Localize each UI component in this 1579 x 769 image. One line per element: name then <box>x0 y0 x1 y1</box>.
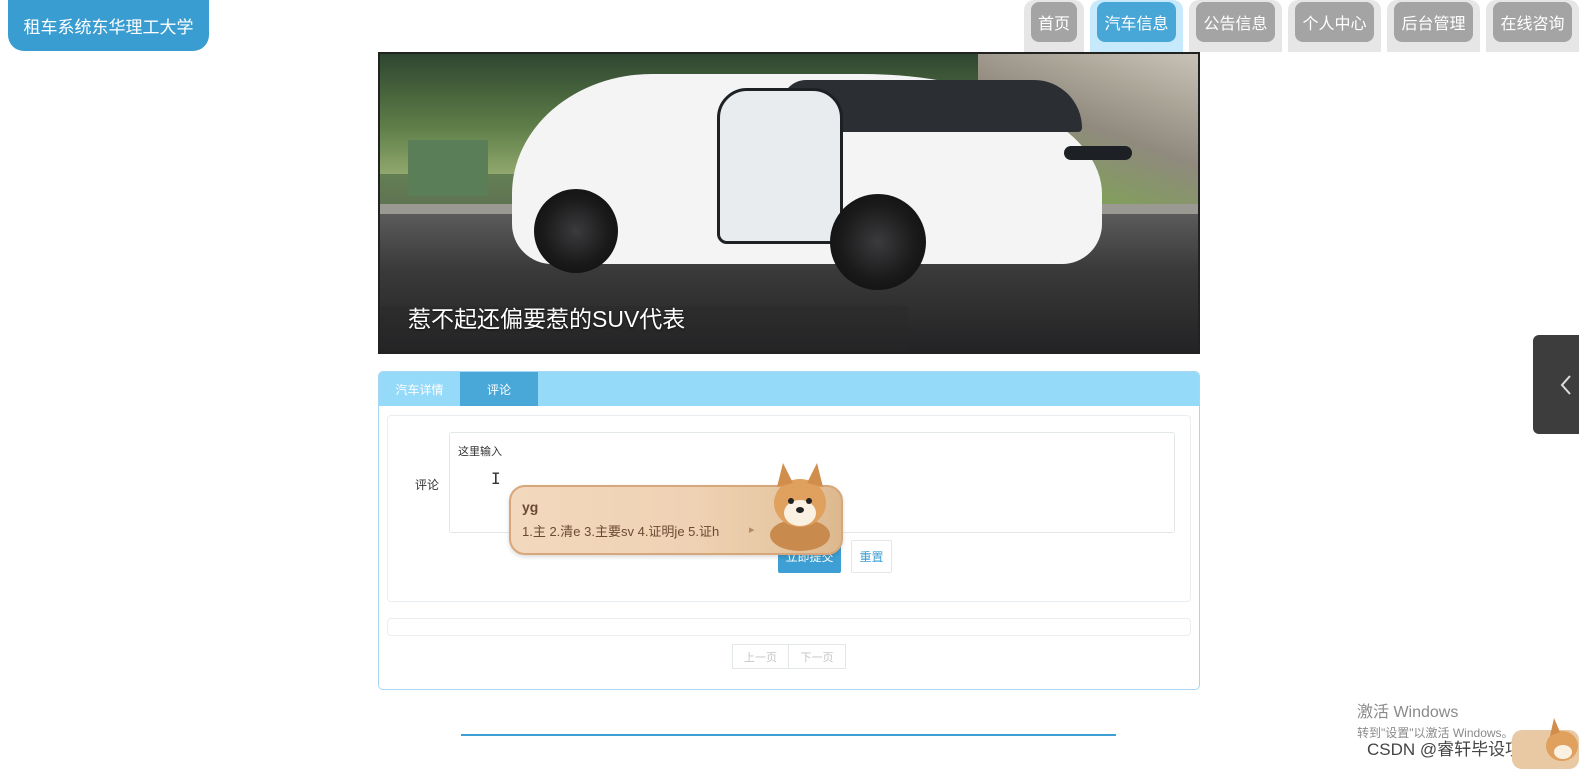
banner-utility-box <box>408 140 488 196</box>
footer-divider <box>461 734 1116 736</box>
pagination: 上一页 下一页 <box>732 644 846 669</box>
car-falcon-door <box>717 88 843 244</box>
nav-item-label: 在线咨询 <box>1493 2 1572 42</box>
car-rear-wheel <box>534 189 618 273</box>
comment-list <box>387 618 1191 636</box>
shiba-dog-icon <box>770 463 830 551</box>
comment-label: 评论 <box>415 478 440 492</box>
tab-bar: 汽车详情 评论 <box>379 372 1199 406</box>
nav-item-label: 后台管理 <box>1394 2 1473 42</box>
shiba-dog-icon <box>1512 718 1579 769</box>
nav-item-home[interactable]: 首页 <box>1024 0 1084 52</box>
reset-button[interactable]: 重置 <box>851 540 892 573</box>
car-front-wheel <box>830 194 926 290</box>
ime-input-text: yg <box>522 499 539 515</box>
nav-item-label: 首页 <box>1031 2 1077 42</box>
tab-comments[interactable]: 评论 <box>460 372 538 406</box>
side-collapse-handle[interactable] <box>1533 335 1579 434</box>
text-cursor-icon: I <box>491 469 501 488</box>
car-banner-image: 惹不起还偏要惹的SUV代表 <box>378 52 1200 354</box>
next-page-button[interactable]: 下一页 <box>789 644 846 669</box>
chevron-left-icon <box>1560 374 1571 395</box>
tab-car-details[interactable]: 汽车详情 <box>379 372 460 406</box>
nav-item-label: 公告信息 <box>1196 2 1275 42</box>
nav-item-label: 汽车信息 <box>1097 2 1176 42</box>
banner-caption: 惹不起还偏要惹的SUV代表 <box>408 306 686 332</box>
nav-item-announcements[interactable]: 公告信息 <box>1189 0 1282 52</box>
prev-page-button[interactable]: 上一页 <box>732 644 789 669</box>
car-headlight <box>1064 146 1132 160</box>
nav-item-label: 个人中心 <box>1295 2 1374 42</box>
ime-candidate-list[interactable]: 1.主 2.清e 3.主要sv 4.证明je 5.证h <box>522 521 719 540</box>
nav-item-online-consult[interactable]: 在线咨询 <box>1486 0 1579 52</box>
top-nav: 首页 汽车信息 公告信息 个人中心 后台管理 在线咨询 <box>1024 0 1579 52</box>
ime-next-page-icon[interactable]: ▸ <box>749 523 755 536</box>
nav-item-admin[interactable]: 后台管理 <box>1387 0 1480 52</box>
ime-candidate-popup[interactable]: yg 1.主 2.清e 3.主要sv 4.证明je 5.证h ▸ <box>509 463 843 555</box>
nav-item-car-info[interactable]: 汽车信息 <box>1090 0 1183 52</box>
site-logo[interactable]: 租车系统东华理工大学 <box>8 0 209 51</box>
nav-item-personal-center[interactable]: 个人中心 <box>1288 0 1381 52</box>
activate-title: 激活 Windows <box>1357 704 1459 721</box>
